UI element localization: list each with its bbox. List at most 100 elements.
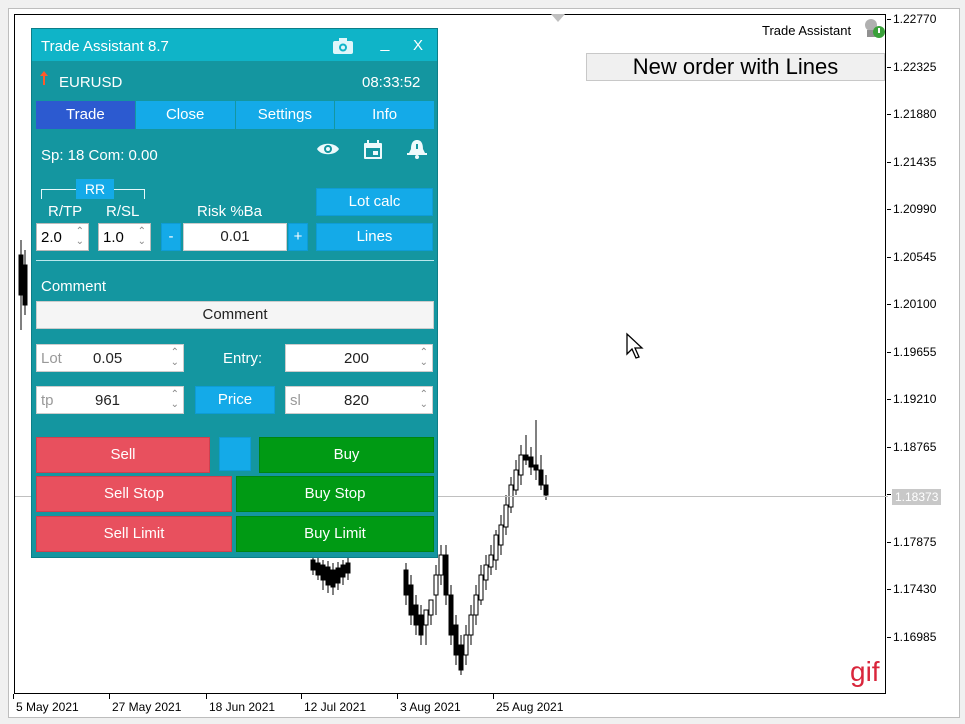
candle: [533, 420, 539, 480]
candle: [340, 560, 346, 585]
sell-stop-button[interactable]: Sell Stop: [36, 476, 232, 512]
price-axis: 1.22770 1.22325 1.21880 1.21435 1.20990 1.205…: [887, 12, 960, 694]
stepper-arrows-icon[interactable]: ⌃ ⌄: [420, 390, 428, 410]
risk-input[interactable]: 0.01: [183, 223, 287, 251]
candle: [413, 595, 419, 635]
buy-button[interactable]: Buy: [259, 437, 434, 473]
candle: [513, 460, 519, 495]
close-button[interactable]: X: [409, 37, 427, 57]
candle: [408, 575, 414, 625]
rsl-stepper[interactable]: 1.0 ⌃ ⌄: [98, 223, 151, 251]
tab-close[interactable]: Close: [135, 101, 236, 129]
sl-label: sl: [290, 392, 301, 409]
candle: [453, 615, 459, 665]
buy-limit-button[interactable]: Buy Limit: [236, 516, 434, 552]
server-time: 08:33:52: [362, 74, 421, 91]
entry-value: 200: [344, 350, 370, 367]
candle: [518, 445, 524, 485]
date-tick-label: 12 Jul 2021: [300, 694, 367, 714]
candle: [443, 545, 449, 605]
stepper-arrows-icon[interactable]: ⌃ ⌄: [138, 227, 146, 247]
sell-button[interactable]: Sell: [36, 437, 210, 473]
rtp-stepper[interactable]: 2.0 ⌃ ⌄: [36, 223, 89, 251]
date-tick-label: 27 May 2021: [108, 694, 182, 714]
candle: [483, 555, 489, 590]
candle: [310, 555, 316, 575]
current-price-label: 1.18373: [892, 489, 942, 505]
stepper-arrows-icon[interactable]: ⌃ ⌄: [420, 348, 428, 368]
date-axis: 5 May 2021 27 May 2021 18 Jun 2021 12 Jul 2…: [13, 694, 886, 718]
direction-flag-icon: [40, 71, 48, 85]
tab-info[interactable]: Info: [335, 101, 434, 129]
lines-button[interactable]: Lines: [316, 223, 433, 251]
symbol-name: EURUSD: [59, 74, 123, 91]
price-tick-label: 1.19210: [887, 392, 936, 406]
price-tick-label: 1.19655: [887, 345, 936, 359]
eye-icon[interactable]: [316, 139, 340, 159]
chart-shift-marker-icon[interactable]: [551, 14, 565, 22]
rsl-label: R/SL: [106, 203, 140, 220]
candle: [508, 477, 514, 513]
calendar-icon[interactable]: [362, 139, 384, 161]
stepper-arrows-icon[interactable]: ⌃ ⌄: [76, 227, 84, 247]
mouse-cursor-icon: [626, 332, 644, 359]
trade-assistant-panel: Trade Assistant 8.7 _ X EURUSD 08:33:52 …: [31, 28, 438, 558]
candle: [22, 250, 28, 315]
tab-settings[interactable]: Settings: [235, 101, 336, 129]
candle: [493, 530, 499, 570]
comment-input[interactable]: Comment: [36, 301, 434, 329]
gif-watermark: gif: [850, 656, 880, 687]
panel-title-bar[interactable]: Trade Assistant 8.7 _ X: [32, 29, 437, 61]
candle: [325, 561, 331, 593]
candle: [448, 585, 454, 645]
candle: [345, 555, 351, 580]
price-tick-label: 1.17430: [887, 582, 936, 596]
rr-button[interactable]: RR: [76, 179, 114, 199]
risk-minus-button[interactable]: -: [161, 223, 181, 251]
tp-stepper[interactable]: tp 961 ⌃ ⌄: [36, 386, 184, 414]
candle: [320, 560, 326, 590]
panel-tabs: Trade Close Settings Info: [36, 101, 434, 129]
tab-trade[interactable]: Trade: [36, 101, 136, 129]
spread-commission-text: Sp: 18 Com: 0.00: [41, 147, 158, 164]
price-tick-label: 1.18765: [887, 440, 936, 454]
sell-limit-button[interactable]: Sell Limit: [36, 516, 232, 552]
buy-stop-button[interactable]: Buy Stop: [236, 476, 434, 512]
panel-title: Trade Assistant 8.7: [41, 38, 169, 55]
price-tick-label: 1.21435: [887, 155, 936, 169]
price-tick-label: 1.16985: [887, 630, 936, 644]
minimize-button[interactable]: _: [376, 35, 394, 55]
candle: [315, 557, 321, 580]
sl-stepper[interactable]: sl 820 ⌃ ⌄: [285, 386, 433, 414]
lot-stepper[interactable]: Lot 0.05 ⌃ ⌄: [36, 344, 184, 372]
candle: [478, 565, 484, 605]
candle: [523, 435, 529, 465]
candle: [498, 515, 504, 555]
toggle-square-button[interactable]: [219, 437, 251, 471]
candle: [418, 605, 424, 645]
risk-plus-button[interactable]: +: [288, 223, 308, 251]
divider: [36, 260, 434, 261]
entry-label: Entry:: [223, 350, 263, 367]
price-button[interactable]: Price: [195, 386, 275, 414]
lot-label: Lot: [41, 350, 62, 367]
date-tick-label: 25 Aug 2021: [492, 694, 564, 714]
stepper-arrows-icon[interactable]: ⌃ ⌄: [171, 348, 179, 368]
indicator-robot-icon: [865, 19, 885, 38]
entry-stepper[interactable]: 200 ⌃ ⌄: [285, 344, 433, 372]
camera-icon[interactable]: [332, 37, 354, 55]
rtp-label: R/TP: [48, 203, 83, 220]
candle: [463, 625, 469, 665]
alert-bell-icon[interactable]: [406, 138, 428, 160]
comment-label: Comment: [41, 278, 107, 295]
rtp-value: 2.0: [41, 229, 62, 246]
symbol-row: EURUSD 08:33:52: [32, 65, 437, 95]
date-tick-label: 18 Jun 2021: [205, 694, 276, 714]
new-order-with-lines-button[interactable]: New order with Lines: [586, 53, 885, 81]
candle: [438, 545, 444, 585]
tp-label: tp: [41, 392, 54, 409]
lot-calc-button[interactable]: Lot calc: [316, 188, 433, 216]
price-tick-label: 1.20100: [887, 297, 936, 311]
stepper-arrows-icon[interactable]: ⌃ ⌄: [171, 390, 179, 410]
candle: [503, 495, 509, 535]
